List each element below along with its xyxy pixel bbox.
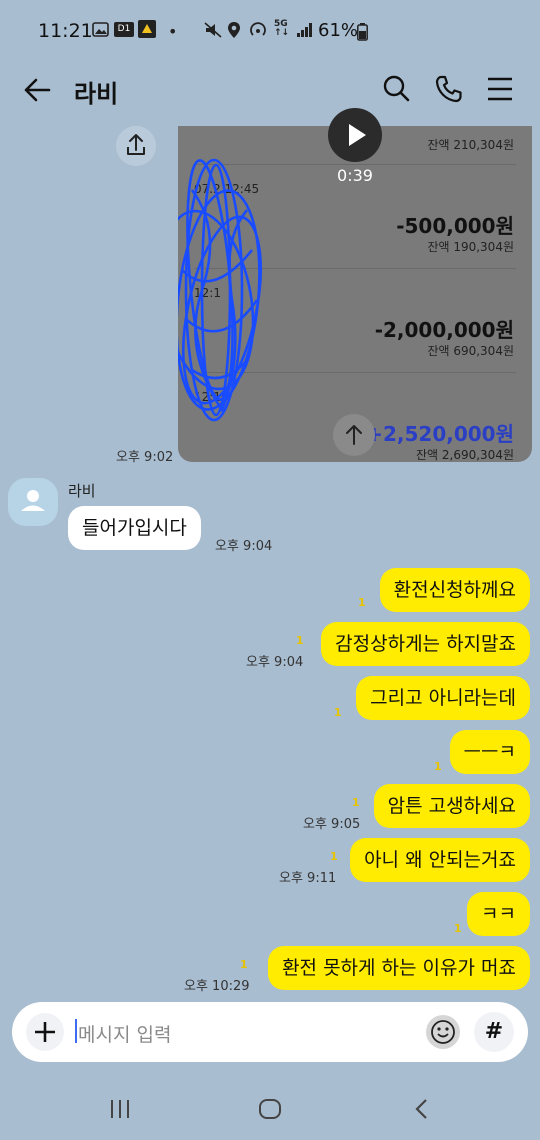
mute-icon (204, 22, 222, 42)
message-bubble-outgoing[interactable]: 아니 왜 안되는거죠 (350, 838, 530, 882)
message-time: 오후 9:04 (215, 539, 273, 554)
message-time: 오후 9:05 (303, 817, 361, 832)
message-bubble-outgoing[interactable]: 그리고 아니라는데 (356, 676, 530, 720)
unread-count: 1 (434, 760, 442, 773)
balance-text: 잔액 190,304원 (427, 240, 514, 254)
more-dot-icon: • (168, 22, 178, 41)
balance-text: 잔액 210,304원 (427, 138, 514, 152)
status-time: 11:21 (38, 20, 93, 42)
sender-name: 라비 (68, 482, 96, 500)
balance-text: 잔액 690,304원 (427, 344, 514, 358)
transaction-amount: -500,000원 (396, 214, 514, 238)
unread-count: 1 (334, 706, 342, 719)
location-icon (227, 21, 241, 43)
menu-icon[interactable] (486, 76, 514, 106)
battery-icon (357, 23, 368, 45)
avatar[interactable] (8, 478, 58, 526)
message-time: 오후 9:02 (116, 450, 174, 465)
chat-title: 라비 (74, 80, 119, 108)
hashtag-search-button[interactable]: # (474, 1012, 514, 1052)
message-bubble-outgoing[interactable]: 감정상하게는 하지말죠 (321, 622, 530, 666)
hotspot-icon (248, 21, 268, 43)
home-icon[interactable] (258, 1098, 282, 1124)
unread-count: 1 (296, 634, 304, 647)
message-input[interactable]: 메시지 입력 (78, 1020, 171, 1047)
message-bubble-outgoing[interactable]: ㅋㅋ (467, 892, 530, 936)
scribble-redaction (178, 158, 262, 422)
message-bubble-outgoing[interactable]: ㅡㅡㅋ (449, 730, 530, 774)
network-5g-icon: 5G ↑↓ (274, 19, 290, 38)
emoji-button[interactable] (426, 1015, 460, 1049)
phone-call-icon[interactable] (434, 74, 464, 108)
message-bubble-outgoing[interactable]: 암튼 고생하세요 (373, 784, 530, 828)
add-attachment-button[interactable] (26, 1013, 64, 1051)
gallery-notification-icon (92, 22, 109, 41)
search-icon[interactable] (382, 74, 410, 108)
message-time: 오후 10:29 (184, 979, 250, 994)
unread-count: 1 (330, 850, 338, 863)
unread-count: 1 (454, 922, 462, 935)
transaction-amount: -2,000,000원 (374, 318, 514, 342)
video-duration: 0:39 (337, 166, 373, 185)
balance-text: 잔액 2,690,304원 (415, 448, 514, 462)
message-bubble-incoming[interactable]: 들어가입시다 (68, 506, 201, 550)
unread-count: 1 (240, 958, 248, 971)
signal-icon (296, 22, 314, 42)
message-time: 오후 9:04 (246, 655, 304, 670)
system-nav-bar (0, 1080, 540, 1140)
scroll-up-button[interactable] (333, 414, 375, 456)
message-bubble-outgoing[interactable]: 환전 못하게 하는 이유가 머죠 (268, 946, 530, 990)
message-time: 오후 9:11 (279, 871, 337, 886)
message-bubble-outgoing[interactable]: 환전신청하께요 (379, 568, 530, 612)
app-notification-icon (138, 20, 156, 38)
unread-count: 1 (358, 596, 366, 609)
transaction-amount: +2,520,000원 (366, 422, 514, 446)
back-arrow-icon[interactable] (22, 76, 52, 108)
d1-badge-icon: D1 (114, 22, 134, 37)
share-button[interactable] (116, 126, 156, 166)
status-bar: 11:21 D1 • 5G ↑↓ 61% (0, 0, 540, 62)
chat-header: 라비 (0, 62, 540, 118)
play-button[interactable] (328, 108, 382, 162)
text-cursor (75, 1019, 77, 1043)
recent-apps-icon[interactable] (108, 1098, 132, 1124)
battery-percent: 61% (318, 20, 359, 41)
back-nav-icon[interactable] (412, 1098, 432, 1124)
unread-count: 1 (352, 796, 360, 809)
